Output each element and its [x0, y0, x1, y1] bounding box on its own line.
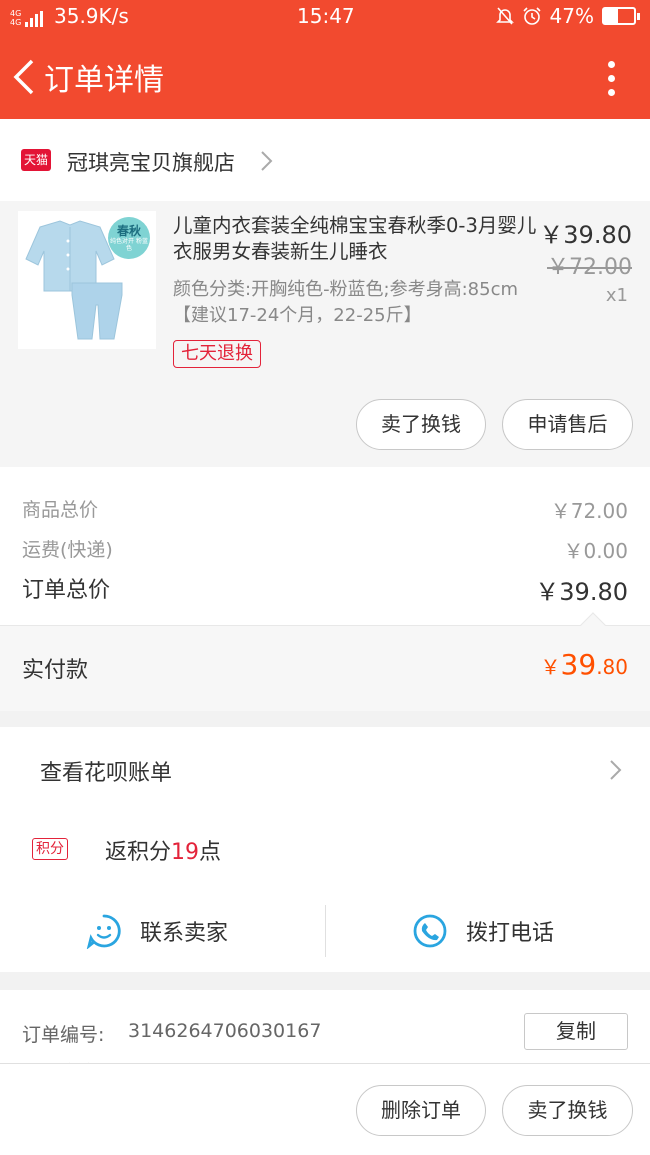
bottom-sell-for-cash-button[interactable]: 卖了换钱: [502, 1085, 633, 1136]
network-type-2: 4G: [10, 18, 22, 27]
copy-button[interactable]: 复制: [524, 1013, 628, 1050]
product-image[interactable]: 春秋 纯色对开 粉蓝色: [18, 211, 156, 349]
divider: [325, 905, 326, 957]
product-item[interactable]: 春秋 纯色对开 粉蓝色 儿童内衣套装全纯棉宝宝春秋季0-3月婴儿衣服男女春装新生…: [0, 201, 650, 467]
product-original-price: ￥72.00: [547, 255, 632, 280]
chevron-left-icon[interactable]: [10, 57, 40, 97]
call-phone-button[interactable]: 拨打电话: [412, 905, 554, 957]
sell-for-cash-button[interactable]: 卖了换钱: [356, 399, 486, 450]
network-type-1: 4G: [10, 9, 22, 18]
delete-order-button[interactable]: 删除订单: [356, 1085, 486, 1136]
order-number: 3146264706030167: [128, 1020, 322, 1042]
bottom-action-bar: 删除订单 卖了换钱: [0, 1063, 650, 1155]
tmall-icon: 天猫: [21, 149, 51, 171]
bell-muted-icon: [495, 7, 514, 25]
product-sku: 颜色分类:开胸纯色-粉蓝色;参考身高:85cm【建议17-24个月，22-25斤…: [173, 279, 519, 326]
signal-indicator: 4G 4G: [10, 5, 44, 27]
order-info: 订单编号: 3146264706030167 复制 支付宝交易号:: [0, 990, 650, 1070]
shipping-value: ￥0.00: [563, 539, 628, 563]
product-title[interactable]: 儿童内衣套装全纯棉宝宝春秋季0-3月婴儿衣服男女春装新生儿睡衣: [173, 213, 538, 265]
signal-bars-icon: [25, 11, 44, 27]
clock: 15:47: [297, 4, 355, 28]
shipping-label: 运费(快递): [22, 539, 113, 561]
app-header: 订单详情: [0, 33, 650, 119]
battery-icon: [602, 7, 640, 25]
product-image-badge: 春秋 纯色对开 粉蓝色: [108, 217, 150, 259]
chevron-right-icon[interactable]: [606, 757, 624, 783]
status-bar: 4G 4G 35.9K/s 15:47 47%: [0, 0, 650, 33]
shop-name: 冠琪亮宝贝旗舰店: [67, 151, 235, 175]
order-total-value: ￥39.80: [535, 578, 628, 606]
points-reward: 返积分19点: [105, 840, 222, 865]
contact-seller-label: 联系卖家: [140, 921, 229, 946]
seven-day-return-tag: 七天退换: [173, 340, 261, 368]
network-speed: 35.9K/s: [54, 4, 129, 28]
actual-payment-label: 实付款: [22, 658, 89, 683]
page-title: 订单详情: [44, 63, 164, 98]
chevron-right-icon: [261, 151, 273, 171]
alarm-icon: [522, 7, 541, 25]
contact-seller-button[interactable]: 联系卖家: [86, 905, 228, 957]
order-number-label: 订单编号:: [22, 1024, 105, 1046]
product-quantity: x1: [605, 285, 628, 306]
view-huabei-bill-link[interactable]: 查看花呗账单: [40, 755, 172, 787]
battery-percent: 47%: [549, 4, 594, 28]
apply-after-sale-button[interactable]: 申请售后: [502, 399, 633, 450]
goods-total-label: 商品总价: [22, 499, 99, 521]
more-vertical-icon[interactable]: [608, 61, 616, 96]
phone-icon: [413, 914, 447, 948]
actual-payment-row: 实付款 ￥39.80: [0, 612, 650, 711]
services-section: 查看花呗账单 积分 返积分19点 联系卖家 拨打电话: [0, 727, 650, 972]
points-badge: 积分: [32, 838, 68, 860]
order-total-label: 订单总价: [22, 578, 111, 603]
product-price: ￥39.80: [539, 221, 632, 249]
actual-payment-value: ￥39.80: [540, 648, 628, 681]
shop-row[interactable]: 天猫 冠琪亮宝贝旗舰店: [0, 119, 650, 201]
chat-smile-icon: [86, 914, 121, 949]
price-summary: 商品总价 ￥72.00 运费(快递) ￥0.00 订单总价 ￥39.80: [0, 467, 650, 625]
goods-total-value: ￥72.00: [550, 499, 628, 523]
battery-level: [604, 9, 619, 23]
call-phone-label: 拨打电话: [466, 921, 555, 946]
